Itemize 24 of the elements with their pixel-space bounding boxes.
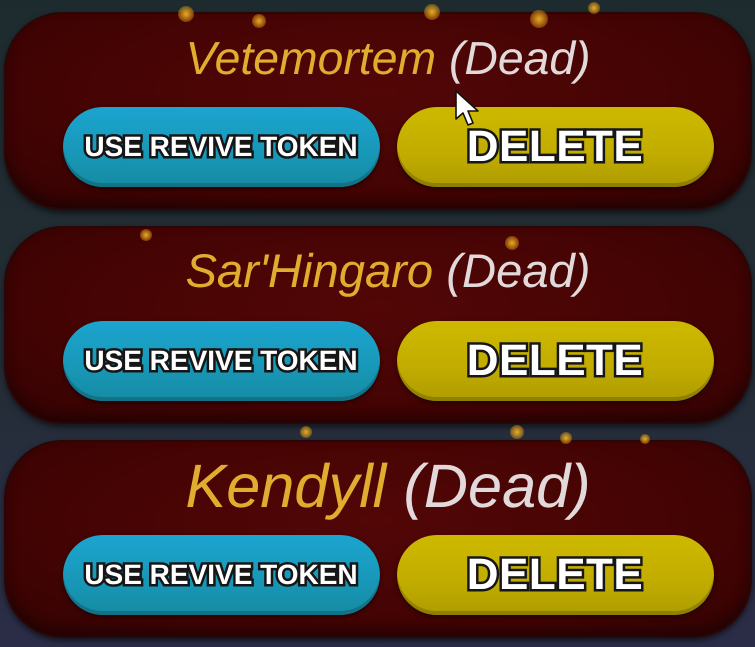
glow-dot-icon (505, 236, 519, 250)
glow-dot-icon (140, 229, 152, 241)
character-name: Vetemortem (185, 32, 436, 84)
glow-dot-icon (424, 4, 440, 20)
status-label: (Dead) (448, 32, 591, 84)
glow-dot-icon (178, 6, 194, 22)
character-name: Sar'Hingaro (185, 245, 434, 298)
cursor-icon (455, 90, 479, 126)
glow-dot-icon (588, 2, 600, 14)
status-label: (Dead) (403, 452, 591, 520)
revive-token-button[interactable]: USE REVIVE TOKEN (62, 535, 380, 615)
character-name: Kendyll (185, 452, 386, 520)
delete-button[interactable]: DELETE (396, 321, 714, 401)
glow-dot-icon (530, 10, 548, 28)
glow-dot-icon (300, 426, 312, 438)
delete-button[interactable]: DELETE (396, 535, 714, 615)
glow-dot-icon (560, 432, 572, 444)
revive-token-button[interactable]: USE REVIVE TOKEN (62, 107, 380, 187)
status-label: (Dead) (446, 245, 591, 298)
glow-dot-icon (252, 14, 266, 28)
glow-dot-icon (640, 434, 650, 444)
glow-dot-icon (510, 425, 524, 439)
delete-button[interactable]: DELETE (396, 107, 714, 187)
revive-token-button[interactable]: USE REVIVE TOKEN (62, 321, 380, 401)
